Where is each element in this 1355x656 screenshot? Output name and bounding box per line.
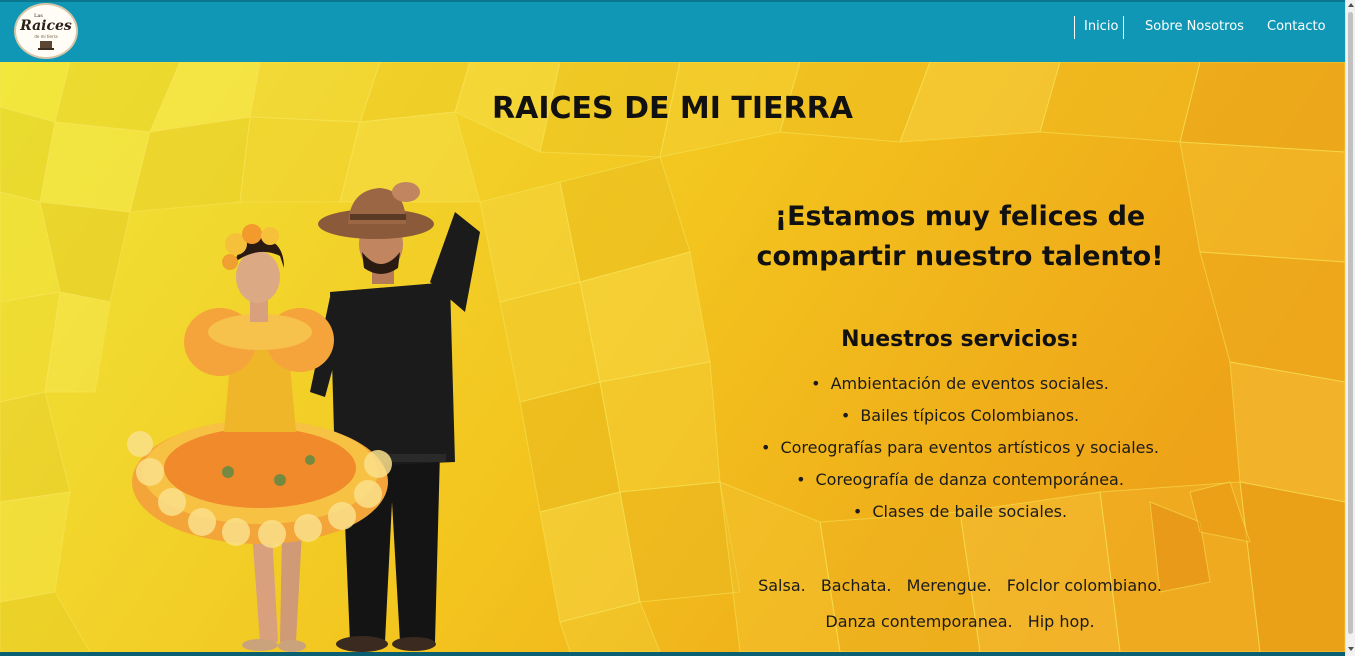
hero-headline: ¡Estamos muy felices de compartir nuestr… (680, 197, 1240, 277)
logo-text-sub: de mi tierra (34, 34, 58, 39)
scrollbar[interactable] (1345, 0, 1355, 656)
service-item: Coreografía de danza contemporánea. (680, 464, 1240, 496)
service-item: Bailes típicos Colombianos. (680, 400, 1240, 432)
bottom-strip (0, 652, 1345, 656)
scroll-up-arrow-icon[interactable] (1348, 3, 1354, 7)
service-item: Ambientación de eventos sociales. (680, 368, 1240, 400)
logo-text-main: Raices (19, 18, 72, 34)
service-item: Clases de baile sociales. (680, 496, 1240, 528)
service-item: Coreografías para eventos artísticos y s… (680, 432, 1240, 464)
genres-line-2: Danza contemporanea. Hip hop. (680, 604, 1240, 640)
genre-item: Hip hop. (1027, 612, 1095, 631)
headline-line-1: ¡Estamos muy felices de (774, 201, 1146, 232)
nav-link-contacto[interactable]: Contacto (1267, 19, 1326, 35)
nav-link-inicio[interactable]: Inicio (1084, 19, 1118, 35)
logo[interactable]: Las Raices de mi tierra (14, 3, 78, 59)
genre-item: Bachata. (820, 576, 892, 595)
genre-item: Folclor colombiano. (1006, 576, 1162, 595)
scroll-thumb[interactable] (1348, 12, 1353, 634)
male-dancer (310, 182, 480, 652)
nav-link-sobre-nosotros[interactable]: Sobre Nosotros (1145, 19, 1244, 35)
genre-item: Merengue. (906, 576, 992, 595)
services-title: Nuestros servicios: (841, 327, 1079, 352)
genre-item: Salsa. (758, 576, 806, 595)
genres-text: Salsa. Bachata. Merengue. Folclor colomb… (680, 568, 1240, 640)
headline-line-2: compartir nuestro talento! (756, 241, 1164, 272)
page: Las Raices de mi tierra Inicio Sobre Nos… (0, 0, 1355, 656)
genres-line-1: Salsa. Bachata. Merengue. Folclor colomb… (680, 568, 1240, 604)
services-list: Ambientación de eventos sociales. Bailes… (680, 368, 1240, 528)
scroll-down-arrow-icon[interactable] (1348, 647, 1354, 651)
nav-divider (1074, 16, 1075, 39)
nav-divider (1123, 16, 1124, 39)
navbar: Las Raices de mi tierra Inicio Sobre Nos… (0, 0, 1345, 62)
genre-item: Danza contemporanea. (825, 612, 1013, 631)
page-title: RAICES DE MI TIERRA (492, 91, 853, 126)
dancers-photo (127, 182, 480, 652)
hero-section: RAICES DE MI TIERRA ¡Estamos muy felices… (0, 62, 1345, 652)
logo-emblem-icon: Las Raices de mi tierra (19, 13, 72, 50)
